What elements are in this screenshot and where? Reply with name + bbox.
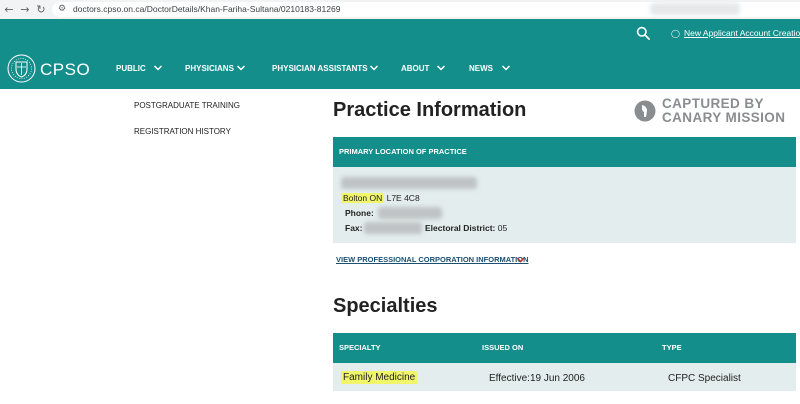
- primary-location-header: PRIMARY LOCATION OF PRACTICE: [333, 137, 796, 167]
- chevron-down-icon[interactable]: [436, 64, 446, 72]
- district-label: Electoral District:: [425, 223, 496, 233]
- chevron-down-icon[interactable]: [236, 64, 246, 72]
- col-type: TYPE: [662, 343, 682, 352]
- nav-public[interactable]: PUBLIC: [116, 63, 146, 75]
- reload-icon[interactable]: ↻: [34, 3, 48, 16]
- specialties-table-header: SPECIALTY ISSUED ON TYPE: [333, 333, 796, 363]
- cpso-crest-logo[interactable]: [7, 54, 36, 83]
- table-row: Family Medicine Effective:19 Jun 2006 CF…: [333, 363, 796, 391]
- phone-label: Phone:: [345, 208, 374, 218]
- city-line: Bolton ON L7E 4C8: [341, 192, 420, 204]
- redacted-address: [341, 177, 477, 189]
- sidebar-item-postgraduate-training[interactable]: POSTGRADUATE TRAINING: [134, 100, 240, 111]
- site-info-icon[interactable]: ⚙: [58, 3, 70, 15]
- new-applicant-account-link[interactable]: ◯ New Applicant Account Creation: [671, 28, 800, 39]
- chevron-down-icon[interactable]: [516, 256, 525, 264]
- issued-cell: Effective:19 Jun 2006: [489, 373, 585, 384]
- fax-label: Fax:: [345, 223, 363, 233]
- back-icon[interactable]: ←: [2, 3, 16, 16]
- nav-physician-assistants[interactable]: PHYSICIAN ASSISTANTS: [272, 63, 368, 75]
- watermark-line1: CAPTURED BY: [662, 96, 764, 111]
- district-value: 05: [497, 223, 508, 233]
- redacted-fax: [364, 222, 422, 234]
- watermark-text: CAPTURED BY CANARY MISSION: [662, 97, 785, 125]
- sidebar-item-registration-history[interactable]: REGISTRATION HISTORY: [134, 126, 231, 137]
- postal-code: L7E 4C8: [386, 193, 420, 203]
- chevron-down-icon[interactable]: [501, 64, 511, 72]
- search-icon[interactable]: [636, 26, 650, 40]
- forward-icon[interactable]: →: [18, 3, 32, 16]
- type-cell: CFPC Specialist: [668, 373, 741, 384]
- specialty-cell: Family Medicine: [341, 371, 418, 384]
- primary-location-label: PRIMARY LOCATION OF PRACTICE: [339, 147, 467, 156]
- watermark-line2: CANARY MISSION: [662, 110, 786, 125]
- nav-physicians[interactable]: PHYSICIANS: [185, 63, 234, 75]
- blurred-extensions: [650, 3, 740, 15]
- watermark: CAPTURED BY CANARY MISSION: [634, 97, 785, 127]
- url-text[interactable]: doctors.cpso.on.ca/DoctorDetails/Khan-Fa…: [73, 3, 340, 15]
- canary-bird-icon: [634, 100, 656, 122]
- district-line: Electoral District: 05: [425, 222, 507, 234]
- nav-about[interactable]: ABOUT: [401, 63, 429, 75]
- nav-news[interactable]: NEWS: [469, 63, 493, 75]
- chevron-down-icon[interactable]: [153, 64, 163, 72]
- account-link-label: New Applicant Account Creation: [683, 28, 800, 38]
- specialties-heading: Specialties: [333, 295, 438, 317]
- user-icon: ◯: [671, 29, 680, 38]
- col-specialty: SPECIALTY: [339, 343, 381, 352]
- chevron-down-icon[interactable]: [369, 64, 379, 72]
- city-highlight: Bolton ON: [341, 193, 385, 203]
- col-issued-on: ISSUED ON: [482, 343, 524, 352]
- practice-information-heading: Practice Information: [333, 99, 527, 121]
- logo-text[interactable]: CPSO: [40, 60, 90, 80]
- redacted-phone: [378, 207, 442, 219]
- professional-corporation-link[interactable]: VIEW PROFESSIONAL CORPORATION INFORMATIO…: [336, 255, 529, 265]
